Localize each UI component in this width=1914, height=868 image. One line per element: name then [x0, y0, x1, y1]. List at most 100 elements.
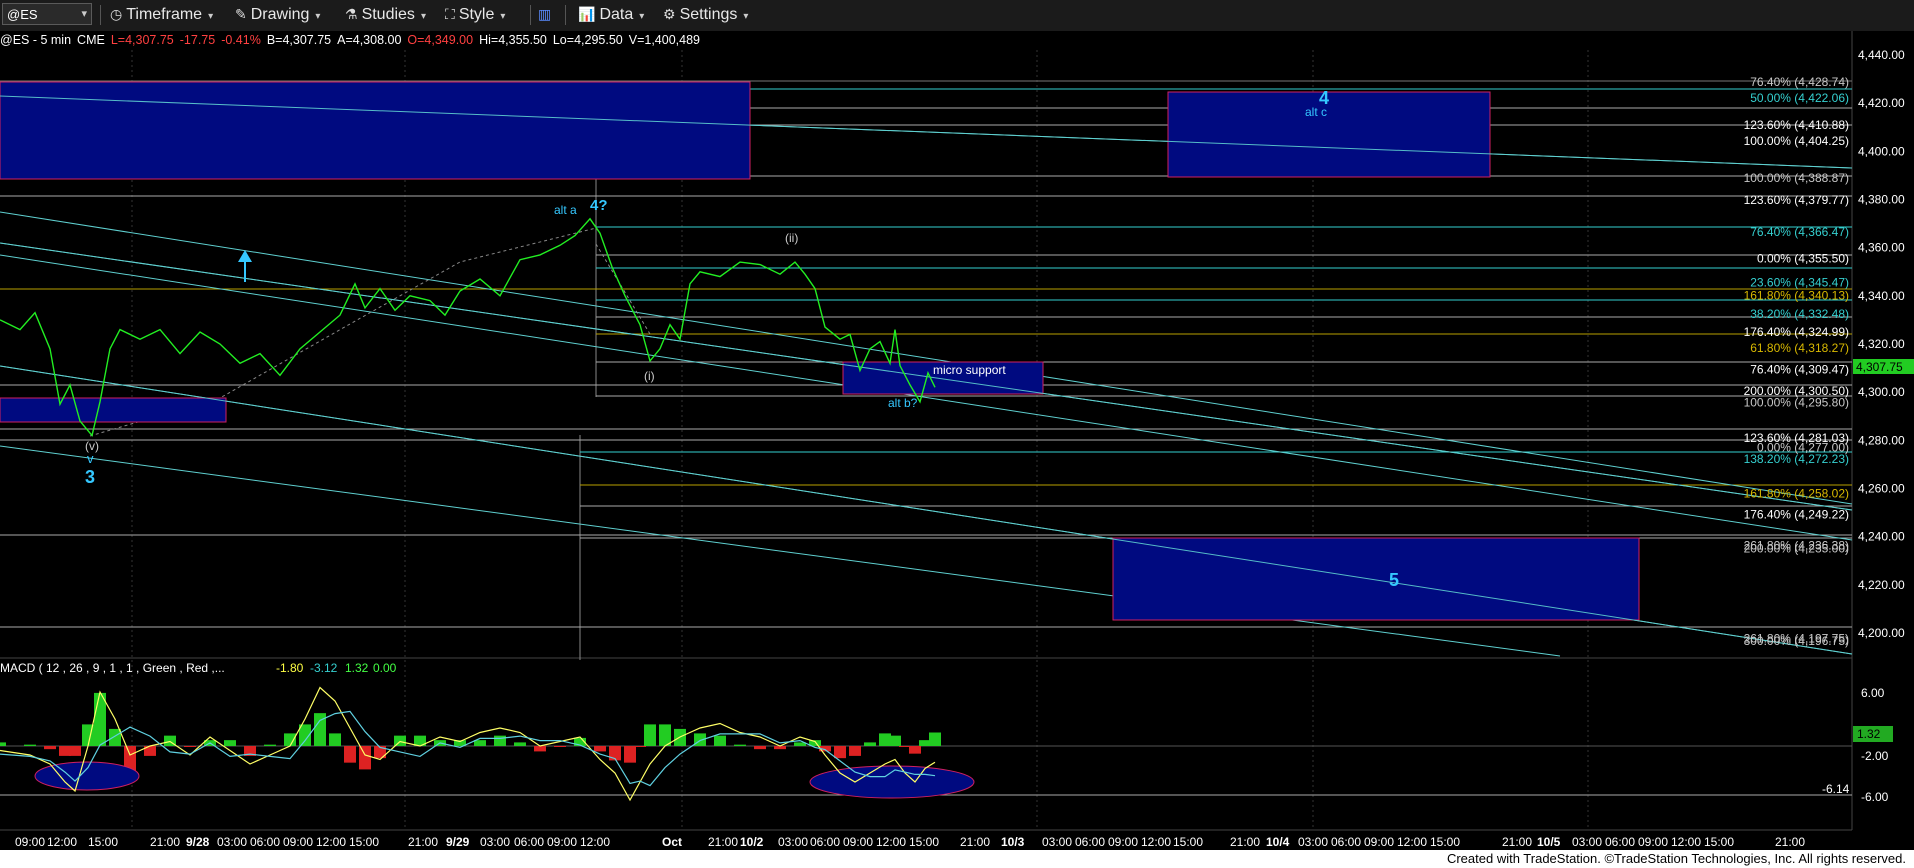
settings-label: Settings — [679, 6, 738, 23]
chevron-down-icon: ▾ — [315, 11, 321, 22]
macd-hist-bar — [69, 746, 81, 756]
macd-hist-bar — [889, 735, 901, 746]
macd-divergence-ellipse-right — [809, 765, 975, 799]
alt-c-label: alt c — [1305, 105, 1327, 119]
layout-button[interactable]: ▥ — [538, 6, 555, 24]
time-tick: 9/29 — [446, 835, 470, 849]
settings-menu[interactable]: ⚙ Settings ▾ — [663, 6, 748, 24]
target-box-upper-left — [0, 81, 751, 180]
quote-last: L=4,307.75 — [110, 33, 174, 47]
quote-bid: B=4,307.75 — [266, 33, 332, 47]
last-price-value: 4,307.75 — [1856, 360, 1903, 374]
time-tick: 12:00 — [580, 835, 610, 849]
macd-hist-bar — [909, 746, 921, 754]
price-tick: 4,300.00 — [1858, 385, 1905, 399]
flask-icon: ⚗ — [345, 6, 358, 22]
layout-icon: ▥ — [538, 6, 552, 22]
alt-a-label: alt a — [554, 203, 577, 217]
macd-value-1: -1.80 — [276, 661, 304, 675]
price-tick: 4,360.00 — [1858, 241, 1905, 255]
macd-hist-bar — [284, 733, 296, 746]
macd-hist-bar — [44, 746, 56, 750]
fib-label: 76.40% (4,366.47) — [1750, 225, 1849, 239]
time-tick: 09:00 — [843, 835, 873, 849]
price-tick: 4,220.00 — [1858, 578, 1905, 592]
wave-3-label: 3 — [85, 467, 95, 487]
time-tick: 21:00 — [960, 835, 990, 849]
footer: Created with TradeStation. ©TradeStation… — [0, 850, 1914, 868]
macd-badge-value: 1.32 — [1857, 727, 1881, 741]
macd-hist-bar — [94, 692, 106, 746]
time-tick: 06:00 — [514, 835, 544, 849]
fib-label: 200.00% (4,235.00) — [1744, 542, 1849, 556]
macd-hist-bar — [474, 740, 486, 746]
quote-high: Hi=4,355.50 — [479, 33, 547, 47]
clock-icon: ◷ — [110, 6, 123, 22]
fib-label: 0.00% (4,355.50) — [1757, 252, 1849, 266]
target-box-wave3 — [0, 397, 227, 423]
macd-divergence-ellipse-left — [34, 761, 140, 791]
macd-hist-bar — [514, 742, 526, 746]
time-axis: 09:00 12:00 15:00 21:00 9/28 03:00 06:00 09:00 1… — [15, 835, 1805, 849]
time-tick: 03:00 — [217, 835, 247, 849]
copyright-text: Created with TradeStation. ©TradeStation… — [1446, 851, 1906, 866]
quote-info: @ES - 5 min CME L=4,307.75 -17.75 -0.41% B=4,… — [0, 33, 706, 47]
macd-axis-tick: -2.00 — [1861, 749, 1889, 763]
time-tick: 10/4 — [1266, 835, 1290, 849]
time-tick: 03:00 — [1572, 835, 1602, 849]
time-tick: 09:00 — [1364, 835, 1394, 849]
time-tick: 15:00 — [1173, 835, 1203, 849]
price-chart[interactable]: 4 alt c alt a 4? (ii) (i) micro support … — [0, 31, 1914, 850]
macd-hist-bar — [834, 746, 846, 759]
fib-label: 176.40% (4,324.99) — [1744, 325, 1849, 339]
toolbar: @ES ▾ ◷ Timeframe ▾ ✎ Drawing ▾ ⚗ Studies ▾ ⛶ S… — [0, 0, 1914, 32]
price-tick: 4,340.00 — [1858, 289, 1905, 303]
macd-histogram — [0, 692, 941, 774]
time-tick: 10/5 — [1537, 835, 1561, 849]
wave-v-label: v — [87, 451, 94, 466]
time-tick: 09:00 — [1638, 835, 1668, 849]
macd-value-4: 0.00 — [373, 661, 397, 675]
data-label: Data — [599, 6, 634, 23]
price-tick: 4,320.00 — [1858, 337, 1905, 351]
time-tick: 12:00 — [316, 835, 346, 849]
macd-hist-bar — [0, 742, 6, 746]
studies-menu[interactable]: ⚗ Studies ▾ — [345, 6, 426, 24]
macd-hist-bar — [929, 732, 941, 746]
style-label: Style — [458, 6, 495, 23]
wave-5-label: 5 — [1389, 570, 1399, 590]
time-tick: Oct — [662, 835, 682, 849]
fib-label: 123.60% (4,410.88) — [1744, 118, 1849, 132]
price-tick: 4,240.00 — [1858, 530, 1905, 544]
time-tick: 15:00 — [1704, 835, 1734, 849]
macd-hist-bar — [734, 744, 746, 746]
macd-axis-tick: -6.00 — [1861, 790, 1889, 804]
time-tick: 10/3 — [1001, 835, 1025, 849]
chevron-down-icon: ▾ — [81, 8, 87, 20]
studies-label: Studies — [361, 6, 415, 23]
macd-hist-bar — [534, 746, 546, 752]
fib-label: 161.80% (4,258.02) — [1744, 486, 1849, 500]
timeframe-menu[interactable]: ◷ Timeframe ▾ — [110, 6, 213, 24]
quote-ask: A=4,308.00 — [337, 33, 402, 47]
macd-value-3: 1.32 — [345, 661, 369, 675]
chevron-down-icon: ▾ — [500, 11, 506, 22]
fib-label: 100.00% (4,404.25) — [1744, 134, 1849, 148]
time-tick: 06:00 — [1605, 835, 1635, 849]
chevron-down-icon: ▾ — [208, 11, 214, 22]
data-menu[interactable]: 📊 Data ▾ — [578, 6, 644, 24]
time-tick: 21:00 — [150, 835, 180, 849]
wave-ii-label: (ii) — [785, 231, 798, 245]
fib-label: 123.60% (4,379.77) — [1744, 193, 1849, 207]
quote-open: O=4,349.00 — [407, 33, 474, 47]
time-tick: 12:00 — [1671, 835, 1701, 849]
drawing-menu[interactable]: ✎ Drawing ▾ — [235, 6, 320, 24]
style-menu[interactable]: ⛶ Style ▾ — [445, 6, 505, 24]
fib-label: 76.40% (4,309.47) — [1750, 362, 1849, 376]
timeframe-label: Timeframe — [126, 6, 203, 23]
quote-low: Lo=4,295.50 — [552, 33, 623, 47]
time-tick: 15:00 — [1430, 835, 1460, 849]
symbol-selector[interactable]: @ES ▾ — [2, 3, 92, 25]
fib-label: 100.00% (4,388.87) — [1744, 171, 1849, 185]
time-tick: 03:00 — [480, 835, 510, 849]
